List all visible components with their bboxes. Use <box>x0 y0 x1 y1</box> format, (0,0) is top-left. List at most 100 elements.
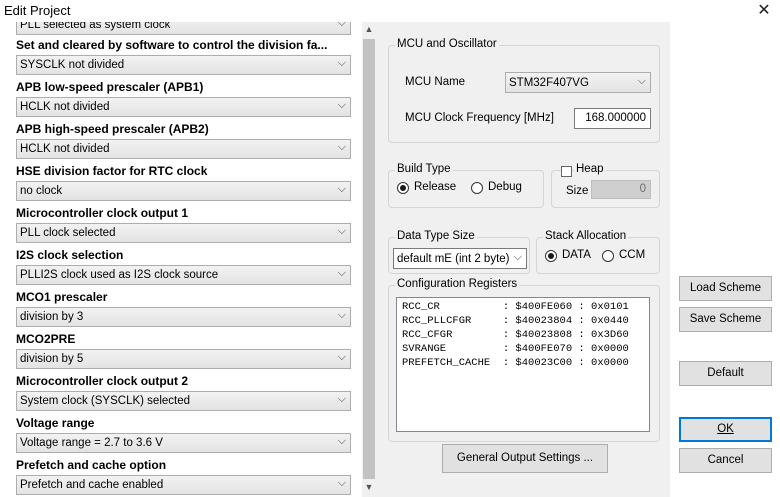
system-clock-select[interactable]: PLL selected as system clock ⌵ <box>16 22 351 35</box>
register-line: RCC_CFGR : $40023808 : 0x3D60 <box>402 329 629 341</box>
mcu-name-select[interactable]: STM32F407VG ⌵ <box>505 72 651 93</box>
build-type-title: Build Type <box>395 163 453 175</box>
debug-radio[interactable] <box>471 182 483 194</box>
properties-scrollbar[interactable]: ▲ ▼ <box>362 22 376 497</box>
chevron-down-icon: ⌵ <box>513 251 522 263</box>
i2s-clock-value: PLLI2S clock used as I2S clock source <box>20 269 219 281</box>
prefetch-cache-value: Prefetch and cache enabled <box>20 479 164 491</box>
data-type-size-group: Data Type Size default mE (int 2 byte) ⌵ <box>388 230 530 274</box>
chevron-down-icon: ⌵ <box>337 22 346 29</box>
heap-group: Heap Size 0 <box>551 163 660 208</box>
data-type-size-select[interactable]: default mE (int 2 byte) ⌵ <box>393 248 527 269</box>
mco1-prescaler-select[interactable]: division by 3 ⌵ <box>16 307 351 327</box>
property-label: APB low-speed prescaler (APB1) <box>16 80 204 94</box>
settings-panel: MCU and Oscillator MCU Name STM32F407VG … <box>376 22 670 497</box>
save-scheme-button[interactable]: Save Scheme <box>679 307 772 332</box>
mco2-value: System clock (SYSCLK) selected <box>20 395 191 407</box>
load-scheme-button[interactable]: Load Scheme <box>679 276 772 301</box>
mco1-prescaler-value: division by 3 <box>20 311 84 323</box>
scroll-down-icon[interactable]: ▼ <box>362 482 376 492</box>
chevron-down-icon: ⌵ <box>337 141 346 153</box>
edit-project-window: Edit Project ✕ PLL selected as system cl… <box>0 0 780 497</box>
prefetch-cache-select[interactable]: Prefetch and cache enabled ⌵ <box>16 475 351 495</box>
stack-allocation-group: Stack Allocation DATA CCM <box>536 230 660 274</box>
mcu-name-label: MCU Name <box>405 76 466 88</box>
ahb-prescaler-select[interactable]: SYSCLK not divided ⌵ <box>16 55 351 75</box>
chevron-down-icon: ⌵ <box>337 309 346 321</box>
register-line: RCC_CR : $400FE060 : 0x0101 <box>402 301 629 313</box>
property-label: Microcontroller clock output 1 <box>16 206 189 220</box>
chevron-down-icon: ⌵ <box>337 183 346 195</box>
title-bar: Edit Project ✕ <box>0 0 780 22</box>
property-label: MCO1 prescaler <box>16 290 108 304</box>
cancel-button[interactable]: Cancel <box>679 448 772 473</box>
voltage-range-value: Voltage range = 2.7 to 3.6 V <box>20 437 163 449</box>
ok-button[interactable]: OK <box>679 417 772 442</box>
chevron-down-icon: ⌵ <box>337 225 346 237</box>
stack-data-label: DATA <box>562 249 591 261</box>
apb2-prescaler-value: HCLK not divided <box>20 143 110 155</box>
chevron-down-icon: ⌵ <box>337 393 346 405</box>
mco1-select[interactable]: PLL clock selected ⌵ <box>16 223 351 243</box>
property-label: APB high-speed prescaler (APB2) <box>16 122 209 136</box>
rtc-hse-division-value: no clock <box>20 185 63 197</box>
apb2-prescaler-select[interactable]: HCLK not divided ⌵ <box>16 139 351 159</box>
mco2-select[interactable]: System clock (SYSCLK) selected ⌵ <box>16 391 351 411</box>
mcu-oscillator-title: MCU and Oscillator <box>395 38 499 50</box>
window-title: Edit Project <box>4 3 71 18</box>
build-type-group: Build Type Release Debug <box>388 163 544 208</box>
apb1-prescaler-value: HCLK not divided <box>20 101 110 113</box>
register-line: RCC_PLLCFGR : $40023804 : 0x0440 <box>402 315 629 327</box>
system-clock-value: PLL selected as system clock <box>20 22 171 31</box>
chevron-down-icon: ⌵ <box>637 75 646 87</box>
chevron-down-icon: ⌵ <box>337 351 346 363</box>
chevron-down-icon: ⌵ <box>337 57 346 69</box>
scrollbar-thumb[interactable] <box>363 39 375 479</box>
register-line: SVRANGE : $400FE070 : 0x0000 <box>402 343 629 355</box>
rtc-hse-division-select[interactable]: no clock ⌵ <box>16 181 351 201</box>
property-label: MCO2PRE <box>16 332 76 346</box>
close-icon[interactable]: ✕ <box>754 1 774 21</box>
heap-title: Heap <box>574 163 606 175</box>
mco2pre-value: division by 5 <box>20 353 84 365</box>
configuration-registers-list[interactable]: RCC_CR : $400FE060 : 0x0101 RCC_PLLCFGR … <box>396 297 650 432</box>
stack-ccm-label: CCM <box>619 249 646 261</box>
chevron-down-icon: ⌵ <box>337 267 346 279</box>
scroll-up-icon[interactable]: ▲ <box>362 24 376 34</box>
mco2pre-select[interactable]: division by 5 ⌵ <box>16 349 351 369</box>
cancel-label: Cancel <box>707 454 744 466</box>
button-panel: Load Scheme Save Scheme Default OK Cance… <box>670 22 780 497</box>
general-output-settings-button[interactable]: General Output Settings ... <box>442 444 608 473</box>
mcu-frequency-input[interactable]: 168.000000 <box>574 108 651 129</box>
chevron-down-icon: ⌵ <box>337 435 346 447</box>
i2s-clock-select[interactable]: PLLI2S clock used as I2S clock source ⌵ <box>16 265 351 285</box>
register-line: PREFETCH_CACHE : $40023C00 : 0x0000 <box>402 357 629 369</box>
configuration-registers-title: Configuration Registers <box>395 278 520 290</box>
chevron-down-icon: ⌵ <box>337 477 346 489</box>
ahb-prescaler-value: SYSCLK not divided <box>20 59 125 71</box>
release-label: Release <box>414 181 457 193</box>
voltage-range-select[interactable]: Voltage range = 2.7 to 3.6 V ⌵ <box>16 433 351 453</box>
mcu-oscillator-group: MCU and Oscillator MCU Name STM32F407VG … <box>388 38 660 143</box>
property-label: Microcontroller clock output 2 <box>16 374 189 388</box>
data-type-size-value: default mE (int 2 byte) <box>397 253 510 265</box>
save-scheme-label: Save Scheme <box>689 313 762 325</box>
load-scheme-label: Load Scheme <box>690 282 761 294</box>
release-radio[interactable] <box>397 182 409 194</box>
heap-checkbox[interactable] <box>561 166 572 177</box>
property-label: Voltage range <box>16 416 95 430</box>
heap-size-input[interactable]: 0 <box>591 180 651 199</box>
heap-size-label: Size <box>566 185 589 197</box>
default-button[interactable]: Default <box>679 361 772 386</box>
property-label: Prefetch and cache option <box>16 458 167 472</box>
mco1-value: PLL clock selected <box>20 227 116 239</box>
stack-ccm-radio[interactable] <box>602 250 614 262</box>
debug-label: Debug <box>488 181 522 193</box>
properties-panel: PLL selected as system clock ⌵ Set and c… <box>0 22 362 497</box>
mcu-frequency-label: MCU Clock Frequency [MHz] <box>405 112 554 124</box>
mcu-name-value: STM32F407VG <box>509 77 589 89</box>
stack-data-radio[interactable] <box>545 250 557 262</box>
property-label: HSE division factor for RTC clock <box>16 164 208 178</box>
default-label: Default <box>707 367 744 379</box>
apb1-prescaler-select[interactable]: HCLK not divided ⌵ <box>16 97 351 117</box>
